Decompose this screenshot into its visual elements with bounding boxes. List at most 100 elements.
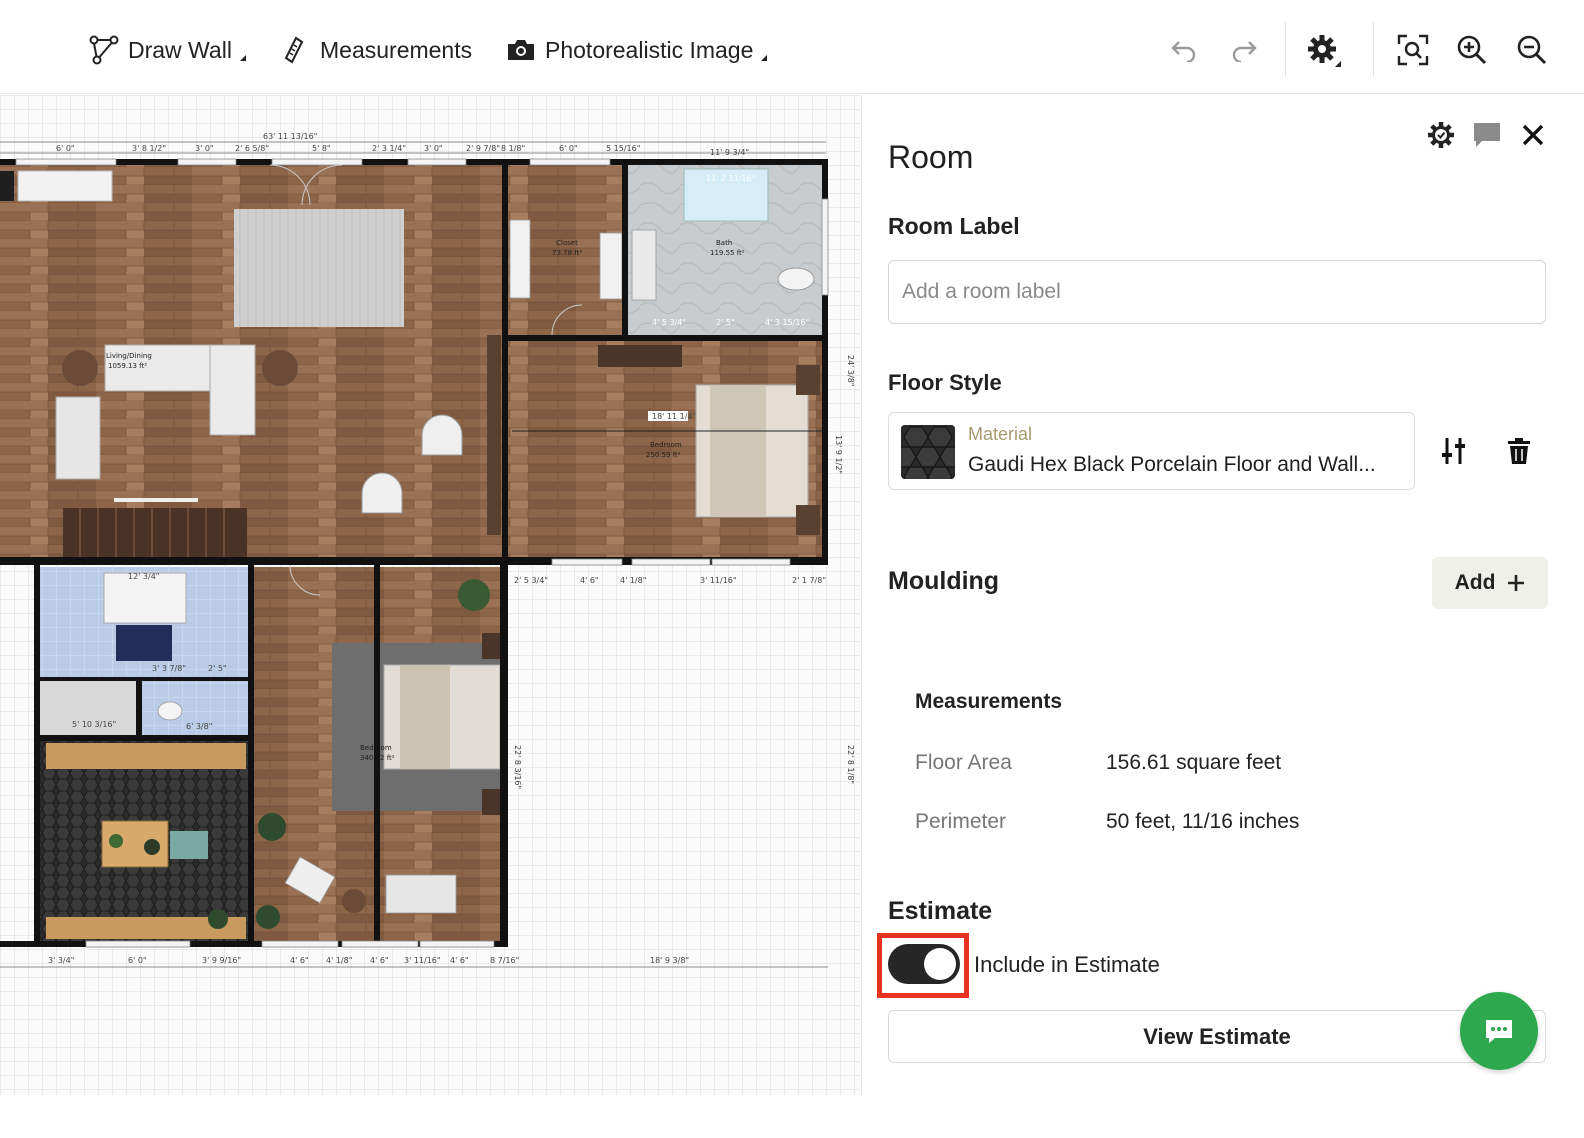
dim-label: 4' 6" — [580, 576, 599, 585]
stairs — [63, 508, 247, 558]
material-swatch — [901, 425, 955, 479]
dim-label: 5 15/16" — [606, 144, 640, 153]
perimeter-label: Perimeter — [915, 810, 1007, 833]
zoom-in-icon — [1457, 35, 1487, 65]
room-label-closet: Closet — [556, 239, 578, 247]
dim-label: 4' 6" — [370, 956, 389, 965]
toggle-knob — [924, 948, 956, 980]
dim-label: 2' 6 5/8" — [235, 144, 269, 153]
moulding-heading: Moulding — [888, 567, 1000, 595]
view-estimate-button[interactable]: View Estimate — [888, 1010, 1546, 1063]
ruler-icon — [280, 34, 312, 66]
dim-label: 3' 0" — [195, 144, 214, 153]
floor-plan-canvas[interactable]: 63' 11 13/16" 6' 0" 3' 8 1/2" 3' 0" 2' 6… — [0, 95, 860, 1095]
add-moulding-button[interactable]: Add — [1432, 557, 1548, 609]
panel-close-button[interactable] — [1515, 117, 1551, 153]
dim-label: 3' 3/4" — [48, 956, 74, 965]
dim-label: 3' 11/16" — [700, 576, 737, 585]
dim-label: 2' 5 3/4" — [514, 576, 548, 585]
adjust-material-button[interactable] — [1434, 431, 1474, 471]
dim-label: 22' 8 1/8" — [846, 745, 855, 784]
floor-area-value: 156.61 square feet — [1106, 751, 1282, 774]
room-label-bedroom-1: Bedroom — [650, 441, 682, 449]
plant — [458, 579, 490, 611]
redo-button[interactable] — [1224, 30, 1264, 70]
chat-button[interactable] — [1460, 992, 1538, 1070]
dim-label: 2' 3 1/4" — [372, 144, 406, 153]
camera-icon — [505, 34, 537, 66]
side-table — [62, 350, 98, 386]
side-table — [262, 350, 298, 386]
measurements-heading: Measurements — [915, 690, 1063, 713]
dim-label: 4' 1/8" — [620, 576, 646, 585]
draw-wall-button[interactable]: Draw Wall — [88, 28, 246, 72]
redo-icon — [1232, 41, 1257, 62]
toolbar-divider — [1285, 22, 1286, 76]
room-area-closet: 73.78 ft² — [552, 249, 582, 257]
dim-label: 18' 11 1/4" — [652, 412, 696, 421]
zoom-out-icon — [1517, 35, 1547, 65]
room-label-bath: Bath — [716, 239, 732, 247]
floor-plan[interactable]: 63' 11 13/16" 6' 0" 3' 8 1/2" 3' 0" 2' 6… — [0, 95, 860, 1095]
panel-settings-button[interactable] — [1423, 117, 1459, 153]
rug — [234, 209, 404, 327]
panel-comment-button[interactable] — [1469, 117, 1505, 153]
toilet — [777, 267, 815, 291]
dim-label: 4' 5 3/4" — [652, 318, 686, 327]
close-icon — [1522, 124, 1544, 146]
settings-button[interactable] — [1304, 30, 1344, 70]
top-toolbar: Draw Wall Measurements Photorealistic Im… — [0, 0, 1584, 94]
dim-label: 6' 0" — [56, 144, 75, 153]
undo-button[interactable] — [1164, 30, 1204, 70]
include-in-estimate-label: Include in Estimate — [974, 952, 1160, 977]
dim-label: 3' 9 9/16" — [202, 956, 241, 965]
dim-total-top: 63' 11 13/16" — [263, 132, 317, 141]
zoom-out-button[interactable] — [1512, 30, 1552, 70]
dim-label: 3' 11/16" — [404, 956, 441, 965]
floor-area-label: Floor Area — [915, 751, 1012, 774]
undo-icon — [1171, 41, 1196, 62]
trash-icon — [1508, 438, 1530, 464]
dim-label: 8 1/8" — [501, 144, 525, 153]
comment-icon — [1474, 123, 1500, 147]
floor-material-selector[interactable]: Material Gaudi Hex Black Porcelain Floor… — [888, 412, 1415, 490]
dim-label: 4' 6" — [450, 956, 469, 965]
sliders-icon — [1442, 438, 1465, 464]
photorealistic-image-button[interactable]: Photorealistic Image — [505, 28, 768, 72]
plus-icon — [1508, 575, 1525, 591]
room-area-bedroom-1: 250.59 ft² — [646, 451, 681, 459]
dim-label: 13' 9 1/2" — [834, 435, 843, 474]
dim-label: 2' 5" — [208, 664, 227, 673]
gear-icon — [1428, 122, 1454, 148]
settings-icon — [1308, 35, 1341, 67]
measurements-button[interactable]: Measurements — [280, 28, 472, 72]
dim-label: 3' 3 7/8" — [152, 664, 186, 673]
chat-icon — [1486, 1020, 1512, 1043]
draw-wall-icon — [88, 34, 120, 66]
dim-label: 4' 1/8" — [326, 956, 352, 965]
dim-label: 6' 0" — [559, 144, 578, 153]
photorealistic-image-label: Photorealistic Image — [545, 36, 754, 63]
dim-label: 6' 0" — [128, 956, 147, 965]
dim-label: 4' 3 15/16" — [765, 318, 809, 327]
dim-label: 11' 9 3/4" — [710, 148, 749, 157]
include-in-estimate-toggle[interactable] — [888, 944, 960, 984]
dim-label: 12' 3/4" — [128, 572, 159, 581]
perimeter-value: 50 feet, 11/16 inches — [1106, 810, 1300, 833]
fit-view-button[interactable] — [1393, 30, 1433, 70]
zoom-in-button[interactable] — [1452, 30, 1492, 70]
room-area-living: 1059.13 ft² — [108, 362, 147, 370]
photorealistic-caret-icon — [761, 55, 768, 61]
armchair — [55, 396, 101, 480]
delete-material-button[interactable] — [1499, 431, 1539, 471]
material-name: Gaudi Hex Black Porcelain Floor and Wall… — [968, 453, 1376, 476]
measurements-label: Measurements — [320, 36, 473, 63]
estimate-heading: Estimate — [888, 897, 993, 925]
dim-label: 3' 0" — [424, 144, 443, 153]
floor-style-heading: Floor Style — [888, 370, 1002, 395]
room-label-input[interactable] — [888, 260, 1546, 324]
chair — [361, 472, 403, 514]
fit-view-icon — [1397, 34, 1429, 66]
room-label-living: Living/Dining — [106, 352, 152, 360]
room-label-heading: Room Label — [888, 213, 1020, 239]
